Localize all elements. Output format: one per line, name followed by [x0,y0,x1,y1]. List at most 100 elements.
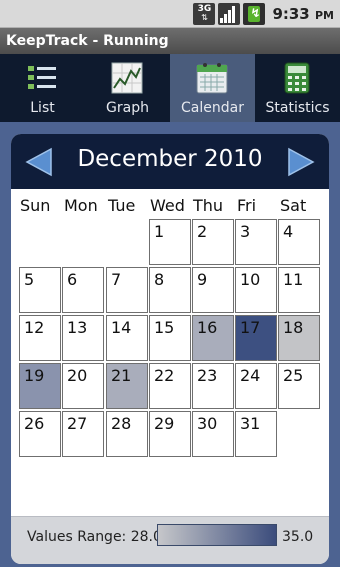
day-cell-11[interactable]: 11 [278,267,320,313]
day-cell-30[interactable]: 30 [192,411,234,457]
day-number: 27 [67,414,88,433]
battery-charging-icon: ↯ [243,3,266,25]
values-range-footer: Values Range: 28.0 35.0 [11,516,329,564]
calendar-card: December 2010 Sun Mon Tue Wed Thu Fri Sa… [11,134,329,564]
day-cell-8[interactable]: 8 [149,267,191,313]
list-icon [28,66,56,89]
day-number: 16 [197,318,218,337]
day-number: 6 [67,270,78,289]
clock-meridiem: PM [314,9,334,22]
tab-graph-label: Graph [106,100,149,116]
weekday-fri: Fri [237,196,257,215]
day-number: 1 [154,222,165,241]
day-cell-12[interactable]: 12 [19,315,61,361]
previous-month-button[interactable] [23,147,55,177]
day-number: 26 [24,414,45,433]
signal-strength-icon [218,3,241,25]
day-number: 14 [111,318,132,337]
status-clock: 9:33 PM [272,5,334,23]
tab-list-label: List [30,100,55,116]
weekday-thu: Thu [193,196,224,215]
day-number: 24 [240,366,261,385]
day-cell-7[interactable]: 7 [106,267,148,313]
day-number: 3 [240,222,251,241]
graph-icon [111,62,143,94]
calculator-icon [284,62,310,94]
values-range-max: 35.0 [282,529,314,545]
tab-bar: List Graph Calendar Statistics [0,54,340,122]
day-number: 5 [24,270,35,289]
day-cell-9[interactable]: 9 [192,267,234,313]
day-number: 10 [240,270,261,289]
weekday-sat: Sat [280,196,307,215]
clock-time: 9:33 [272,5,310,23]
day-cell-1[interactable]: 1 [149,219,191,265]
day-cell-29[interactable]: 29 [149,411,191,457]
day-number: 21 [111,366,132,385]
day-cell-14[interactable]: 14 [106,315,148,361]
day-number: 23 [197,366,218,385]
day-number: 17 [240,318,261,337]
day-cell-20[interactable]: 20 [62,363,104,409]
values-range-gradient [157,524,277,546]
tab-list[interactable]: List [0,54,85,122]
day-cell-15[interactable]: 15 [149,315,191,361]
app-title-bar: KeepTrack - Running [0,28,340,54]
day-cell-21[interactable]: 21 [106,363,148,409]
day-number: 11 [283,270,304,289]
tab-calendar-label: Calendar [181,100,244,116]
day-number: 28 [111,414,132,433]
month-title: December 2010 [77,146,263,172]
day-cell-24[interactable]: 24 [235,363,277,409]
day-cell-22[interactable]: 22 [149,363,191,409]
day-cell-31[interactable]: 31 [235,411,277,457]
day-cell-26[interactable]: 26 [19,411,61,457]
day-number: 2 [197,222,208,241]
day-number: 22 [154,366,175,385]
network-3g-icon: 3G ⇅ [193,3,216,25]
calendar-icon [196,63,228,94]
day-number: 20 [67,366,88,385]
status-icons: 3G ⇅ ↯ 9:33 PM [193,3,334,25]
day-cell-2[interactable]: 2 [192,219,234,265]
tab-graph[interactable]: Graph [85,54,170,122]
status-bar: 3G ⇅ ↯ 9:33 PM [0,0,340,28]
day-cell-23[interactable]: 23 [192,363,234,409]
day-cell-6[interactable]: 6 [62,267,104,313]
day-cell-5[interactable]: 5 [19,267,61,313]
next-month-button[interactable] [285,147,317,177]
day-cell-3[interactable]: 3 [235,219,277,265]
day-number: 9 [197,270,208,289]
weekday-sun: Sun [20,196,51,215]
day-number: 7 [111,270,122,289]
calendar-header: December 2010 [11,134,329,189]
tab-statistics[interactable]: Statistics [255,54,340,122]
app-title: KeepTrack - Running [6,33,169,49]
day-cell-18[interactable]: 18 [278,315,320,361]
day-cell-10[interactable]: 10 [235,267,277,313]
day-number: 8 [154,270,165,289]
tab-statistics-label: Statistics [265,100,330,116]
network-activity-arrows: ⇅ [201,13,208,22]
day-number: 4 [283,222,294,241]
day-number: 30 [197,414,218,433]
weekday-mon: Mon [64,196,98,215]
day-cell-4[interactable]: 4 [278,219,320,265]
day-cell-19[interactable]: 19 [19,363,61,409]
day-number: 19 [24,366,45,385]
day-cell-28[interactable]: 28 [106,411,148,457]
day-cell-27[interactable]: 27 [62,411,104,457]
day-number: 12 [24,318,45,337]
day-cell-17[interactable]: 17 [235,315,277,361]
day-number: 15 [154,318,175,337]
day-number: 25 [283,366,304,385]
day-cell-13[interactable]: 13 [62,315,104,361]
values-range-label: Values Range: 28.0 [27,529,162,545]
tab-calendar[interactable]: Calendar [170,54,255,122]
day-cell-25[interactable]: 25 [278,363,320,409]
day-number: 29 [154,414,175,433]
day-number: 13 [67,318,88,337]
content-area: December 2010 Sun Mon Tue Wed Thu Fri Sa… [0,122,340,567]
day-cell-16[interactable]: 16 [192,315,234,361]
weekday-wed: Wed [150,196,185,215]
